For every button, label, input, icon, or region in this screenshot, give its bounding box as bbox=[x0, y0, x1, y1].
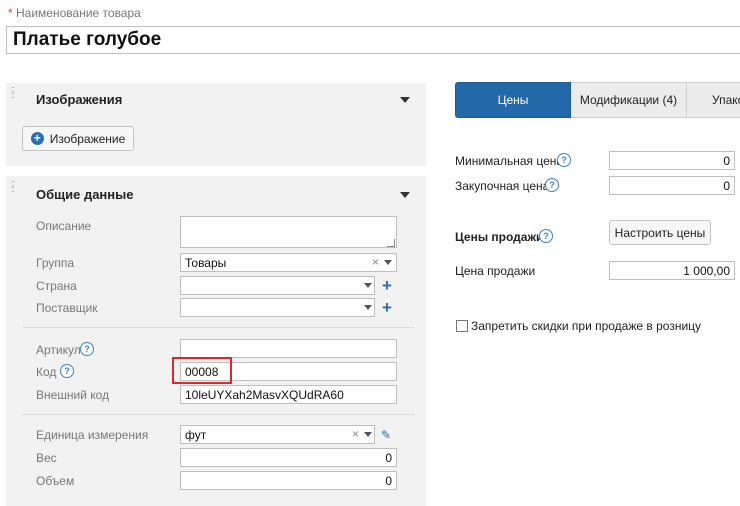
add-country-plus-icon[interactable]: + bbox=[382, 277, 392, 294]
unit-select[interactable]: фут bbox=[180, 425, 375, 444]
sale-price-input[interactable]: 1 000,00 bbox=[609, 261, 735, 280]
collapse-caret-icon[interactable] bbox=[400, 97, 410, 103]
external-code-label: Внешний код bbox=[36, 388, 110, 402]
plus-circle-icon: + bbox=[30, 132, 44, 145]
volume-label: Объем bbox=[36, 474, 75, 488]
min-price-input[interactable]: 0 bbox=[609, 151, 735, 170]
purchase-price-input[interactable]: 0 bbox=[609, 176, 735, 195]
article-label-text: Артикул bbox=[36, 343, 81, 357]
dropdown-caret-icon[interactable] bbox=[364, 305, 372, 310]
section-divider bbox=[22, 327, 414, 328]
required-marker: * bbox=[8, 6, 13, 20]
sale-price-label: Цена продажи bbox=[455, 264, 536, 278]
help-circle-icon[interactable]: ? bbox=[557, 153, 571, 167]
tab-packaging-label: Упако bbox=[712, 93, 740, 107]
general-section-title: Общие данные bbox=[36, 187, 134, 202]
description-textarea[interactable] bbox=[180, 216, 397, 248]
help-circle-icon[interactable]: ? bbox=[539, 229, 553, 243]
tab-modifications[interactable]: Модификации (4) bbox=[571, 82, 687, 118]
add-supplier-plus-icon[interactable]: + bbox=[382, 299, 392, 316]
tab-prices[interactable]: Цены bbox=[455, 82, 571, 118]
supplier-label: Поставщик bbox=[36, 301, 98, 315]
forbid-discount-label: Запретить скидки при продаже в розницу bbox=[471, 319, 702, 333]
pencil-icon[interactable]: ✎ bbox=[381, 428, 391, 442]
help-circle-icon[interactable]: ? bbox=[80, 342, 94, 356]
code-label: Код bbox=[36, 365, 56, 379]
weight-label: Вес bbox=[36, 451, 57, 465]
supplier-select[interactable] bbox=[180, 298, 375, 317]
add-image-button-label: Изображение bbox=[49, 131, 126, 146]
configure-prices-button[interactable]: Настроить цены bbox=[609, 220, 711, 245]
drag-handle-icon[interactable]: :::: bbox=[11, 85, 15, 100]
article-input[interactable] bbox=[180, 339, 397, 358]
images-section-title: Изображения bbox=[36, 92, 123, 107]
product-name-input[interactable]: Платье голубое bbox=[6, 26, 740, 54]
weight-input[interactable]: 0 bbox=[180, 448, 397, 467]
description-label: Описание bbox=[36, 219, 92, 233]
group-select-value: Товары bbox=[185, 256, 227, 270]
group-select[interactable]: Товары bbox=[180, 253, 397, 272]
purchase-price-label: Закупочная цена bbox=[455, 179, 550, 193]
article-label: Артикул bbox=[36, 343, 81, 357]
min-price-label: Минимальная цена bbox=[455, 154, 564, 168]
collapse-caret-icon[interactable] bbox=[400, 192, 410, 198]
country-select[interactable] bbox=[180, 276, 375, 295]
dropdown-caret-icon[interactable] bbox=[364, 432, 372, 437]
dropdown-caret-icon[interactable] bbox=[384, 260, 392, 265]
dropdown-caret-icon[interactable] bbox=[364, 283, 372, 288]
unit-select-value: фут bbox=[185, 428, 207, 442]
clear-x-icon[interactable]: × bbox=[372, 255, 379, 269]
external-code-input[interactable]: 10leUYXah2MasvXQUdRA60 bbox=[180, 385, 397, 404]
product-name-label: * Наименование товара bbox=[8, 6, 141, 20]
clear-x-icon[interactable]: × bbox=[352, 427, 359, 441]
add-image-button[interactable]: + Изображение bbox=[22, 126, 134, 151]
country-label: Страна bbox=[36, 279, 77, 293]
product-name-label-text: Наименование товара bbox=[16, 6, 141, 20]
textarea-resize-handle-icon[interactable] bbox=[387, 239, 395, 247]
help-circle-icon[interactable]: ? bbox=[545, 178, 559, 192]
section-divider bbox=[22, 414, 414, 415]
volume-input[interactable]: 0 bbox=[180, 471, 397, 490]
tab-packaging[interactable]: Упако bbox=[687, 82, 740, 118]
group-label: Группа bbox=[36, 256, 75, 270]
help-circle-icon[interactable]: ? bbox=[60, 364, 74, 378]
unit-label: Единица измерения bbox=[36, 428, 149, 442]
code-label-text: Код bbox=[36, 365, 57, 379]
drag-handle-icon[interactable]: :::: bbox=[11, 179, 15, 194]
code-highlight-box bbox=[172, 357, 232, 384]
sale-prices-title: Цены продажи bbox=[455, 230, 544, 244]
forbid-discount-checkbox[interactable] bbox=[456, 320, 468, 332]
